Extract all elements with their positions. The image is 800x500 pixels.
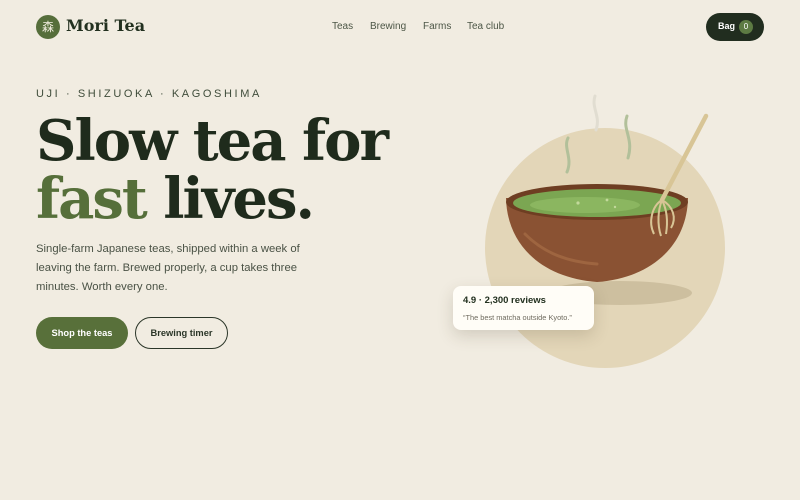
matcha-foam [530,197,640,213]
hero-subtext: Single-farm Japanese teas, shipped withi… [36,243,300,293]
foam-bubble [576,201,580,205]
logo-icon[interactable]: 森 [36,15,60,39]
review-card: 4.9 · 2,300 reviews “The best matcha out… [453,286,594,330]
foam-bubble [605,198,609,202]
brand-name[interactable]: Mori Tea [66,16,145,35]
bag-button[interactable]: Bag 0 [706,13,764,41]
bag-count-badge: 0 [739,20,753,34]
nav-link-brewing[interactable]: Brewing [370,21,406,32]
shop-teas-button[interactable]: Shop the teas [36,317,128,349]
review-quote: “The best matcha outside Kyoto.” [463,313,572,322]
headline-rest: lives. [163,166,315,232]
headline-line-2: fast lives. [36,170,436,228]
headline-accent-word: fast [36,166,148,232]
review-score: 4.9 · 2,300 reviews [463,295,546,306]
brewing-timer-button[interactable]: Brewing timer [135,317,228,349]
foam-bubble [613,205,617,209]
headline-line-1: Slow tea for [36,108,389,174]
nav-link-farms[interactable]: Farms [423,21,451,32]
hero-eyebrow: UJI · SHIZUOKA · KAGOSHIMA [36,88,262,100]
nav-link-tea-club[interactable]: Tea club [467,21,504,32]
hero-headline: Slow tea for fast lives. [36,112,436,228]
site-header: 森 Mori Tea Teas Brewing Farms Tea club B… [0,0,800,54]
nav-link-teas[interactable]: Teas [332,21,353,32]
steam-wisp-light [592,94,599,132]
bag-label: Bag [718,21,736,31]
